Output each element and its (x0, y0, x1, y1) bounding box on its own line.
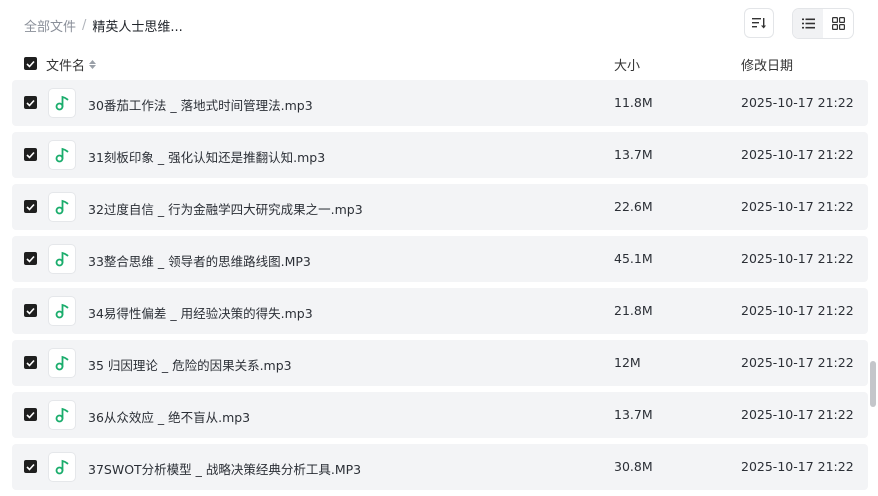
sort-arrows-icon (89, 60, 97, 69)
file-name[interactable]: 36从众效应 _ 绝不盲从.mp3 (88, 407, 250, 426)
list-view-button[interactable] (793, 9, 823, 38)
name-column-header[interactable]: 文件名 (46, 55, 97, 74)
file-modified-date: 2025-10-17 21:22 (741, 355, 854, 370)
file-name[interactable]: 37SWOT分析模型 _ 战略决策经典分析工具.MP3 (88, 459, 361, 478)
file-row[interactable]: 36从众效应 _ 绝不盲从.mp3 13.7M 2025-10-17 21:22 (12, 392, 868, 438)
check-icon (26, 99, 35, 107)
size-column-header[interactable]: 大小 (614, 55, 640, 74)
file-row[interactable]: 37SWOT分析模型 _ 战略决策经典分析工具.MP3 30.8M 2025-10-… (12, 444, 868, 490)
file-row[interactable]: 35 归因理论 _ 危险的因果关系.mp3 12M 2025-10-17 21:22 (12, 340, 868, 386)
file-size: 45.1M (614, 251, 653, 266)
file-name[interactable]: 34易得性偏差 _ 用经验决策的得失.mp3 (88, 303, 313, 322)
check-icon (26, 255, 35, 263)
row-checkbox[interactable] (24, 460, 37, 473)
row-checkbox[interactable] (24, 200, 37, 213)
file-row[interactable]: 30番茄工作法 _ 落地式时间管理法.mp3 11.8M 2025-10-17 21… (12, 80, 868, 126)
file-modified-date: 2025-10-17 21:22 (741, 407, 854, 422)
file-size: 21.8M (614, 303, 653, 318)
audio-file-icon (49, 245, 75, 273)
name-column-label: 文件名 (46, 59, 86, 74)
file-modified-date: 2025-10-17 21:22 (741, 459, 854, 474)
file-modified-date: 2025-10-17 21:22 (741, 95, 854, 110)
grid-view-button[interactable] (823, 9, 853, 38)
file-size: 12M (614, 355, 641, 370)
audio-file-icon (49, 89, 75, 117)
file-row[interactable]: 33整合思维 _ 领导者的思维路线图.MP3 45.1M 2025-10-17 21… (12, 236, 868, 282)
scrollbar-thumb[interactable] (870, 361, 876, 407)
list-icon (801, 18, 815, 29)
file-name[interactable]: 30番茄工作法 _ 落地式时间管理法.mp3 (88, 95, 313, 114)
table-header: 文件名 大小 修改日期 (12, 51, 868, 77)
modified-column-header[interactable]: 修改日期 (741, 55, 793, 74)
file-size: 11.8M (614, 95, 653, 110)
file-size: 22.6M (614, 199, 653, 214)
file-name[interactable]: 35 归因理论 _ 危险的因果关系.mp3 (88, 355, 292, 374)
check-icon (26, 359, 35, 367)
audio-file-icon (49, 141, 75, 169)
file-size: 13.7M (614, 407, 653, 422)
row-checkbox[interactable] (24, 148, 37, 161)
file-modified-date: 2025-10-17 21:22 (741, 303, 854, 318)
audio-file-icon (49, 401, 75, 429)
row-checkbox[interactable] (24, 252, 37, 265)
breadcrumb-root-link[interactable]: 全部文件 (24, 16, 76, 35)
audio-file-icon (49, 349, 75, 377)
file-modified-date: 2025-10-17 21:22 (741, 251, 854, 266)
audio-file-icon (49, 453, 75, 481)
file-modified-date: 2025-10-17 21:22 (741, 199, 854, 214)
check-icon (26, 151, 35, 159)
file-row[interactable]: 32过度自信 _ 行为金融学四大研究成果之一.mp3 22.6M 2025-10-1… (12, 184, 868, 230)
row-checkbox[interactable] (24, 304, 37, 317)
file-modified-date: 2025-10-17 21:22 (741, 147, 854, 162)
grid-icon (831, 17, 845, 30)
check-icon (26, 60, 35, 68)
check-icon (26, 307, 35, 315)
check-icon (26, 411, 35, 419)
file-name[interactable]: 33整合思维 _ 领导者的思维路线图.MP3 (88, 251, 311, 270)
breadcrumb-current: 精英人士思维... (92, 19, 183, 35)
file-row[interactable]: 31刻板印象 _ 强化认知还是推翻认知.mp3 13.7M 2025-10-17 2… (12, 132, 868, 178)
check-icon (26, 203, 35, 211)
file-row[interactable]: 34易得性偏差 _ 用经验决策的得失.mp3 21.8M 2025-10-17 21… (12, 288, 868, 334)
breadcrumb-separator: / (82, 17, 87, 33)
file-name[interactable]: 31刻板印象 _ 强化认知还是推翻认知.mp3 (88, 147, 325, 166)
view-toggle (792, 8, 854, 39)
row-checkbox[interactable] (24, 408, 37, 421)
sort-icon (752, 18, 766, 29)
sort-button[interactable] (744, 8, 774, 38)
breadcrumb: 全部文件 / 精英人士思维... (24, 15, 183, 35)
file-name[interactable]: 32过度自信 _ 行为金融学四大研究成果之一.mp3 (88, 199, 363, 218)
file-size: 30.8M (614, 459, 653, 474)
audio-file-icon (49, 193, 75, 221)
row-checkbox[interactable] (24, 356, 37, 369)
row-checkbox[interactable] (24, 96, 37, 109)
check-icon (26, 463, 35, 471)
audio-file-icon (49, 297, 75, 325)
select-all-checkbox[interactable] (24, 57, 37, 70)
file-list: 30番茄工作法 _ 落地式时间管理法.mp3 11.8M 2025-10-17 21… (12, 80, 868, 496)
file-size: 13.7M (614, 147, 653, 162)
